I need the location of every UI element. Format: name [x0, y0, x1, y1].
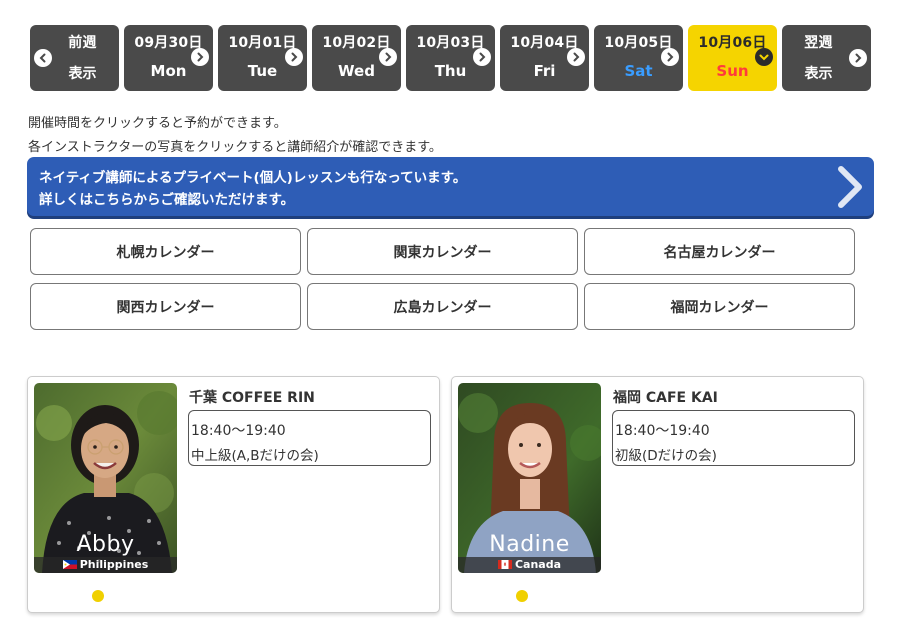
sapporo-calendar-button[interactable]: 札幌カレンダー	[30, 228, 301, 275]
chevron-right-icon	[285, 48, 303, 66]
day-tab-1005[interactable]: 10月05日 Sat	[594, 25, 683, 91]
venue-name: COFFEE RIN	[221, 390, 315, 406]
venue-title: 福岡 CAFE KAI	[613, 387, 718, 407]
venue-name: CAFE KAI	[645, 390, 718, 406]
chevron-right-icon	[838, 166, 862, 208]
banner-line-2: 詳しくはこちらからご確認いただけます。	[39, 192, 295, 208]
canada-flag-icon	[497, 560, 512, 569]
instructor-name: Nadine	[489, 532, 570, 557]
kansai-calendar-button[interactable]: 関西カレンダー	[30, 283, 301, 330]
chevron-right-icon	[567, 48, 585, 66]
venue-city: 千葉	[189, 390, 217, 406]
next-week-sublabel: 表示	[804, 66, 833, 82]
instructor-photo[interactable]: Nadine Canada	[458, 383, 601, 573]
nagoya-calendar-button[interactable]: 名古屋カレンダー	[584, 228, 855, 275]
hiroshima-calendar-button[interactable]: 広島カレンダー	[307, 283, 578, 330]
lesson-time-slot-button[interactable]: 18:40〜19:40 初級(Dだけの会)	[612, 410, 855, 466]
banner-text-a: ネイティブ講師による	[39, 170, 173, 186]
day-tab-1006-active[interactable]: 10月06日 Sun	[688, 25, 777, 91]
day-tab-1002[interactable]: 10月02日 Wed	[312, 25, 401, 91]
country-name: Philippines	[79, 558, 149, 571]
venue-city: 福岡	[613, 390, 641, 406]
chevron-right-icon	[849, 49, 867, 67]
chevron-down-icon	[755, 48, 773, 66]
lesson-time-slot-button[interactable]: 18:40〜19:40 中上級(A,Bだけの会)	[188, 410, 431, 466]
chevron-right-icon	[661, 48, 679, 66]
day-tab-1001[interactable]: 10月01日 Tue	[218, 25, 307, 91]
kanto-calendar-button[interactable]: 関東カレンダー	[307, 228, 578, 275]
day-navigation: 前週 表示 09月30日 Mon 10月01日 Tue 10月02日 Wed 1…	[30, 25, 871, 91]
banner-line-1: ネイティブ講師によるプライベート(個人)レッスンも行なっています。	[39, 166, 466, 186]
instructor-name: Abby	[76, 532, 135, 557]
availability-dot	[516, 590, 528, 602]
philippines-flag-icon	[62, 560, 77, 569]
banner-text-c: も行なっています。	[346, 170, 467, 186]
prev-week-button[interactable]: 前週 表示	[30, 25, 119, 91]
day-tab-1004[interactable]: 10月04日 Fri	[500, 25, 589, 91]
lesson-level: 初級(Dだけの会)	[615, 448, 717, 464]
banner-text-b: プライベート(個人)レッスン	[172, 170, 347, 186]
booking-instruction: 開催時間をクリックすると予約ができます。	[28, 116, 287, 131]
lesson-card: Abby Philippines 千葉 COFFEE RIN 18:40〜19:…	[27, 376, 440, 613]
chevron-right-icon	[473, 48, 491, 66]
instructor-country: Philippines	[34, 557, 177, 573]
instructor-instruction: 各インストラクターの写真をクリックすると講師紹介が確認できます。	[28, 140, 442, 155]
next-week-label: 翌週	[804, 35, 833, 51]
next-week-button[interactable]: 翌週 表示	[782, 25, 871, 91]
chevron-right-icon	[191, 48, 209, 66]
lesson-card: Nadine Canada 福岡 CAFE KAI 18:40〜19:40 初級…	[451, 376, 864, 613]
lesson-level: 中上級(A,Bだけの会)	[191, 448, 319, 464]
lesson-time: 18:40〜19:40	[615, 423, 710, 439]
fukuoka-calendar-button[interactable]: 福岡カレンダー	[584, 283, 855, 330]
private-lesson-banner[interactable]: ネイティブ講師によるプライベート(個人)レッスンも行なっています。 詳しくはこち…	[27, 157, 874, 216]
day-tab-0930[interactable]: 09月30日 Mon	[124, 25, 213, 91]
availability-dot	[92, 590, 104, 602]
instructor-country: Canada	[458, 557, 601, 573]
country-name: Canada	[514, 558, 562, 571]
prev-week-sublabel: 表示	[68, 66, 97, 82]
venue-title: 千葉 COFFEE RIN	[189, 387, 315, 407]
chevron-right-icon	[379, 48, 397, 66]
lesson-time: 18:40〜19:40	[191, 423, 286, 439]
day-tab-1003[interactable]: 10月03日 Thu	[406, 25, 495, 91]
region-calendar-grid: 札幌カレンダー 関東カレンダー 名古屋カレンダー 関西カレンダー 広島カレンダー…	[30, 228, 856, 330]
instructor-photo[interactable]: Abby Philippines	[34, 383, 177, 573]
prev-week-label: 前週	[68, 35, 97, 51]
